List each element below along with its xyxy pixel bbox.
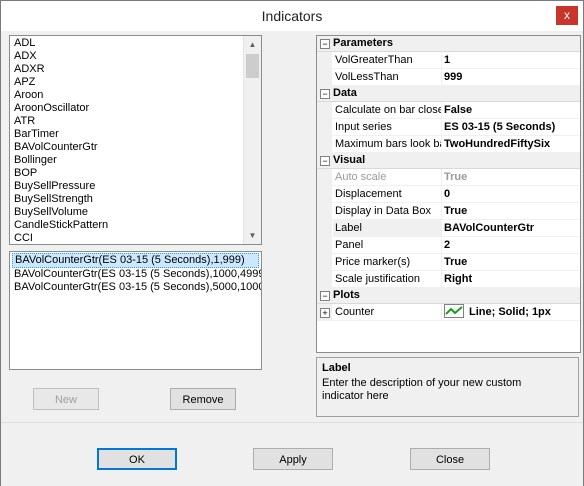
category-visual[interactable]: − Visual	[317, 153, 580, 169]
close-window-button[interactable]: x	[556, 6, 578, 25]
property-name: Counter	[333, 304, 442, 320]
list-item[interactable]: BarTimer	[12, 128, 243, 141]
indicator-list-scrollbar[interactable]: ▲ ▼	[243, 36, 261, 244]
property-name: Calculate on bar close	[335, 102, 442, 118]
category-label: Visual	[333, 154, 366, 166]
list-item[interactable]: ADX	[12, 50, 243, 63]
list-item[interactable]: ATR	[12, 115, 243, 128]
property-value[interactable]: ES 03-15 (5 Seconds)	[442, 119, 580, 135]
collapse-icon[interactable]: −	[320, 156, 330, 166]
category-label: Plots	[333, 289, 360, 301]
category-plots[interactable]: − Plots	[317, 288, 580, 304]
list-item[interactable]: APZ	[12, 76, 243, 89]
list-item[interactable]: CandleStickPattern	[12, 219, 243, 232]
property-name: Auto scale	[333, 169, 442, 185]
title-bar[interactable]: Indicators x	[1, 1, 583, 31]
property-value[interactable]: Right	[442, 271, 580, 287]
property-name: Input series	[333, 119, 442, 135]
property-value[interactable]: False	[442, 102, 580, 118]
list-item[interactable]: AroonOscillator	[12, 102, 243, 115]
property-name: Price marker(s)	[333, 254, 442, 270]
window-title: Indicators	[261, 8, 323, 24]
property-row[interactable]: Scale justification Right	[317, 271, 580, 288]
list-item[interactable]: Bollinger	[12, 154, 243, 167]
indicator-list-items: ADL ADX ADXR APZ Aroon AroonOscillator A…	[12, 37, 243, 244]
apply-button[interactable]: Apply	[253, 448, 333, 470]
category-label: Data	[333, 87, 357, 99]
property-name: Scale justification	[333, 271, 442, 287]
property-row[interactable]: Displacement 0	[317, 186, 580, 203]
list-item[interactable]: BAVolCounterGtr	[12, 141, 243, 154]
property-value: True	[444, 171, 468, 183]
property-value[interactable]: TwoHundredFiftySix	[442, 136, 580, 152]
plot-line-swatch-icon	[445, 306, 463, 315]
property-value[interactable]: 2	[442, 237, 580, 253]
scroll-up-arrow-icon[interactable]: ▲	[244, 36, 261, 53]
property-name: VolLessThan	[333, 69, 442, 85]
plot-line-icon	[444, 304, 464, 319]
property-value[interactable]: True	[442, 203, 580, 219]
collapse-icon[interactable]: −	[320, 291, 330, 301]
list-item[interactable]: ADXR	[12, 63, 243, 76]
property-name: VolGreaterThan	[333, 52, 442, 68]
property-value[interactable]: 0	[442, 186, 580, 202]
category-label: Parameters	[333, 37, 393, 49]
scroll-down-arrow-icon[interactable]: ▼	[244, 227, 261, 244]
list-item[interactable]: ADL	[12, 37, 243, 50]
close-button[interactable]: Close	[410, 448, 490, 470]
description-text: Enter the description of your new custom…	[322, 377, 522, 402]
indicator-list[interactable]: ADL ADX ADXR APZ Aroon AroonOscillator A…	[9, 35, 262, 245]
scrollbar-thumb[interactable]	[246, 54, 259, 78]
property-name: Maximum bars look back	[333, 136, 442, 152]
property-row[interactable]: VolGreaterThan 1	[317, 52, 580, 69]
button-bar: OK Apply Close	[1, 422, 583, 486]
list-item[interactable]: BuySellVolume	[12, 206, 243, 219]
property-name: Label	[333, 220, 442, 236]
description-title: Label	[322, 362, 351, 374]
property-row[interactable]: VolLessThan 999	[317, 69, 580, 86]
indicators-dialog: Indicators x ADL ADX ADXR APZ Aroon Aroo…	[0, 0, 584, 486]
property-row[interactable]: + Counter Line; Solid; 1px	[317, 304, 580, 321]
configured-indicators-list[interactable]: BAVolCounterGtr(ES 03-15 (5 Seconds),1,9…	[9, 251, 262, 370]
property-row[interactable]: Auto scale True	[317, 169, 580, 186]
property-row[interactable]: Maximum bars look backTwoHundredFiftySix	[317, 136, 580, 153]
category-data[interactable]: − Data	[317, 86, 580, 102]
ok-button[interactable]: OK	[97, 448, 177, 470]
configured-indicator-item[interactable]: BAVolCounterGtr(ES 03-15 (5 Seconds),100…	[12, 268, 261, 281]
new-button[interactable]: New	[33, 388, 99, 410]
collapse-icon[interactable]: −	[320, 39, 330, 49]
property-row[interactable]: Display in Data Box True	[317, 203, 580, 220]
property-value[interactable]: True	[442, 254, 580, 270]
property-value[interactable]: 1	[442, 52, 580, 68]
remove-button[interactable]: Remove	[170, 388, 236, 410]
property-value[interactable]: BAVolCounterGtr	[442, 220, 580, 236]
property-row[interactable]: Input series ES 03-15 (5 Seconds)	[317, 119, 580, 136]
description-panel: Label Enter the description of your new …	[316, 357, 579, 417]
list-item[interactable]: BuySellStrength	[12, 193, 243, 206]
property-name: Panel	[333, 237, 442, 253]
property-value[interactable]: 999	[442, 69, 580, 85]
property-row[interactable]: Price marker(s) True	[317, 254, 580, 271]
property-name: Displacement	[333, 186, 442, 202]
property-grid: − Parameters VolGreaterThan 1 VolLessThan…	[316, 35, 581, 353]
property-row[interactable]: Panel 2	[317, 237, 580, 254]
list-item[interactable]: BuySellPressure	[12, 180, 243, 193]
configured-indicator-item[interactable]: BAVolCounterGtr(ES 03-15 (5 Seconds),500…	[12, 281, 261, 294]
property-value[interactable]: Line; Solid; 1px	[442, 304, 580, 320]
list-item[interactable]: BOP	[12, 167, 243, 180]
expand-icon[interactable]: +	[320, 308, 330, 318]
list-item[interactable]: Aroon	[12, 89, 243, 102]
property-name: Display in Data Box	[333, 203, 442, 219]
plot-style-text: Line; Solid; 1px	[469, 306, 551, 318]
list-item[interactable]: CCI	[12, 232, 243, 244]
category-parameters[interactable]: − Parameters	[317, 36, 580, 52]
collapse-icon[interactable]: −	[320, 89, 330, 99]
property-row[interactable]: Calculate on bar close False	[317, 102, 580, 119]
configured-indicator-item[interactable]: BAVolCounterGtr(ES 03-15 (5 Seconds),1,9…	[12, 253, 259, 268]
property-row-selected[interactable]: Label BAVolCounterGtr	[317, 220, 580, 237]
